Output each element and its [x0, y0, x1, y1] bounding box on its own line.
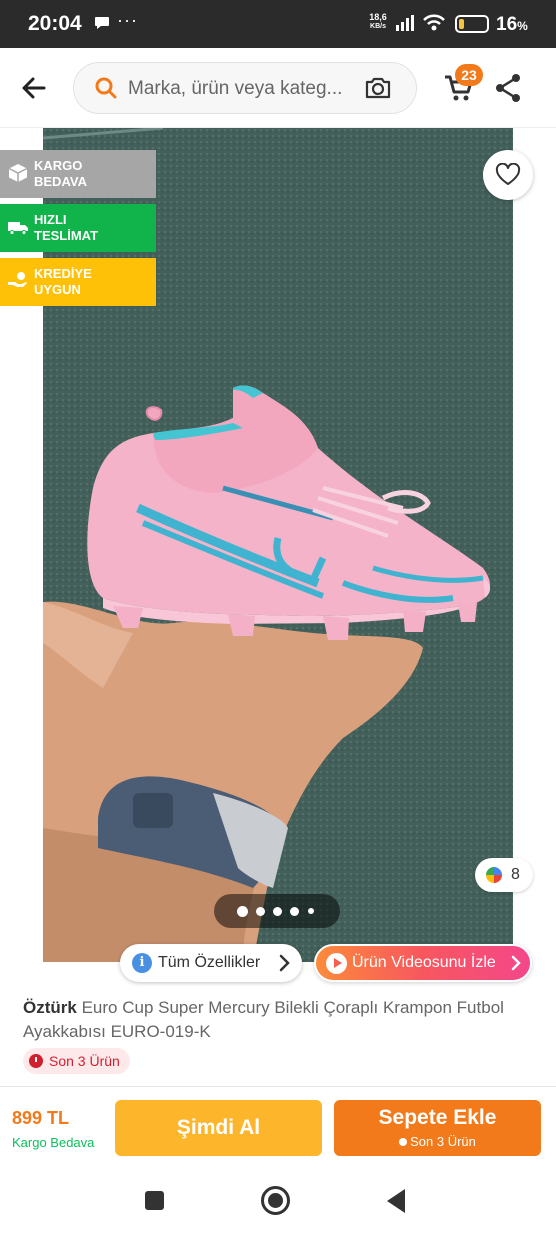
hand-coin-icon	[8, 272, 27, 287]
add-to-cart-stock: Son 3 Ürün	[334, 1134, 541, 1149]
free-shipping-badge: KARGO BEDAVA	[0, 150, 156, 198]
back-button[interactable]	[387, 1189, 405, 1213]
product-price: 899 TL	[12, 1108, 70, 1128]
carousel-dot[interactable]	[256, 907, 265, 916]
purchase-bar: 899 TL Kargo Bedava Şimdi Al Sepete Ekle…	[0, 1086, 556, 1170]
carousel-dot[interactable]	[290, 907, 299, 916]
product-title: Öztürk Euro Cup Super Mercury Bilekli Ço…	[23, 996, 533, 1044]
color-variants-button[interactable]: 8	[475, 858, 533, 892]
network-speed-unit: KB/s	[370, 23, 386, 30]
favorite-button[interactable]	[483, 150, 533, 200]
low-stock-label: Son 3 Ürün	[49, 1053, 120, 1069]
add-to-cart-stock-label: Son 3 Ürün	[410, 1134, 476, 1149]
carousel-indicator[interactable]	[214, 894, 340, 928]
free-shipping-text: Kargo Bedava	[12, 1135, 95, 1150]
heart-icon	[495, 163, 521, 185]
product-photo-illustration	[43, 128, 513, 962]
all-features-button[interactable]: i Tüm Özellikler	[120, 944, 302, 982]
chevron-right-icon	[511, 955, 521, 971]
top-header: Marka, ürün veya kateg... 23	[0, 48, 556, 128]
search-placeholder: Marka, ürün veya kateg...	[128, 78, 343, 99]
home-button[interactable]	[261, 1186, 290, 1215]
chat-notification-icon	[95, 17, 109, 29]
fast-delivery-badge: HIZLI TESLİMAT	[0, 204, 156, 252]
system-nav-bar	[0, 1170, 556, 1235]
product-brand[interactable]: Öztürk	[23, 998, 77, 1017]
watch-video-button[interactable]: Ürün Videosunu İzle	[314, 944, 532, 982]
play-icon	[326, 953, 347, 974]
truck-icon	[8, 222, 28, 235]
clock-icon	[399, 1138, 408, 1146]
search-icon	[95, 77, 117, 99]
credit-eligible-line2: UYGUN	[34, 282, 81, 297]
wifi-icon	[423, 14, 445, 31]
cell-signal-icon	[396, 15, 414, 31]
network-speed: 18,6 KB/s	[366, 13, 390, 31]
share-icon[interactable]	[494, 73, 522, 103]
product-photo[interactable]	[43, 128, 513, 962]
battery-level: 16%	[496, 14, 528, 35]
credit-eligible-line1: KREDİYE	[34, 266, 92, 281]
cart-count-badge: 23	[455, 64, 483, 86]
status-time: 20:04	[28, 12, 82, 35]
all-features-label: Tüm Özellikler	[158, 954, 261, 971]
carousel-dot[interactable]	[273, 907, 282, 916]
battery-icon	[455, 15, 489, 33]
add-to-cart-button[interactable]: Sepete Ekle Son 3 Ürün	[334, 1100, 541, 1156]
chevron-right-icon	[279, 954, 290, 972]
carousel-dot[interactable]	[237, 906, 248, 917]
network-speed-value: 18,6	[369, 12, 387, 22]
color-palette-icon	[486, 867, 502, 883]
carousel-dot[interactable]	[308, 908, 314, 914]
free-shipping-line1: KARGO	[34, 158, 83, 173]
app-screen: 20:04 ··· 18,6 KB/s 16% Marka, ürün veya…	[0, 0, 556, 1235]
credit-eligible-badge: KREDİYE UYGUN	[0, 258, 156, 306]
product-name: Euro Cup Super Mercury Bilekli Çoraplı K…	[23, 998, 504, 1041]
fast-delivery-line1: HIZLI	[34, 212, 67, 227]
free-shipping-line2: BEDAVA	[34, 174, 87, 189]
recent-apps-button[interactable]	[145, 1191, 164, 1210]
buy-now-button[interactable]: Şimdi Al	[115, 1100, 322, 1156]
fast-delivery-line2: TESLİMAT	[34, 228, 99, 243]
search-input[interactable]: Marka, ürün veya kateg...	[73, 62, 417, 114]
box-icon	[8, 164, 28, 182]
info-icon: i	[132, 953, 152, 973]
product-image-gallery[interactable]: KARGO BEDAVA HIZLI TESLİMAT KREDİYE UYGU…	[0, 128, 556, 982]
add-to-cart-label: Sepete Ekle	[378, 1106, 497, 1129]
watch-video-label: Ürün Videosunu İzle	[352, 954, 496, 971]
color-variant-count: 8	[511, 866, 520, 883]
camera-icon[interactable]	[364, 75, 392, 101]
more-notifications-icon: ···	[117, 10, 138, 30]
back-arrow-icon[interactable]	[18, 72, 50, 104]
clock-icon	[29, 1054, 43, 1068]
status-bar: 20:04 ··· 18,6 KB/s 16%	[0, 0, 556, 48]
low-stock-badge: Son 3 Ürün	[23, 1048, 130, 1074]
